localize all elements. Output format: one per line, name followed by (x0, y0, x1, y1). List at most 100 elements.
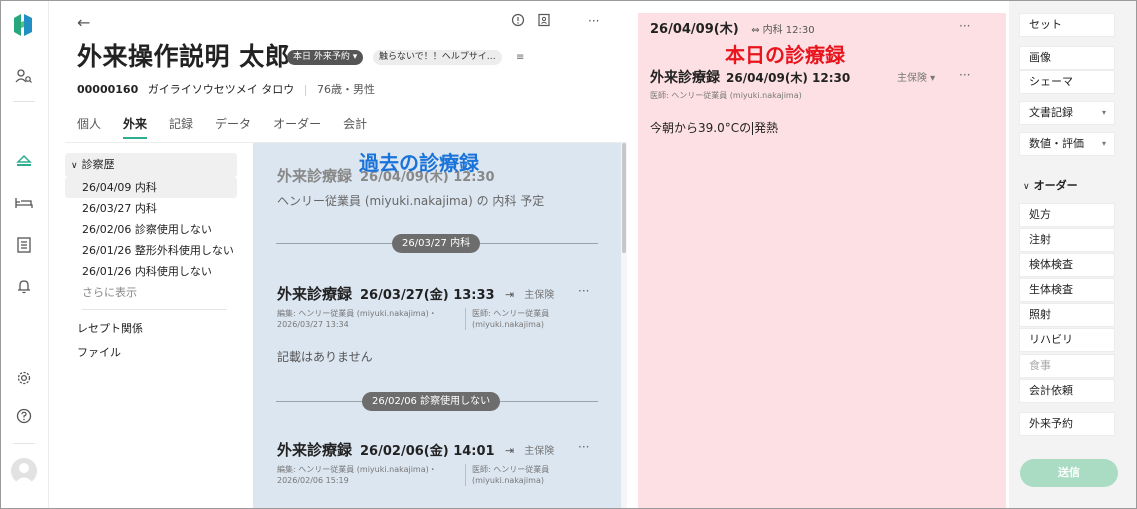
past-records-label: 過去の診療録 (359, 151, 479, 175)
insurance-label[interactable]: ⇥ 主保険 (505, 286, 554, 301)
patient-age-sex: 76歳・男性 (316, 83, 375, 96)
today-record-more-icon[interactable]: ··· (959, 68, 970, 82)
visit-item[interactable]: 26/01/26 内科使用しない (65, 261, 237, 282)
outpatient-appointment-button[interactable]: 外来予約 (1019, 412, 1115, 436)
order-prescription-button[interactable]: 処方 (1019, 203, 1115, 227)
edit-meta-line: 編集: ヘンリー従業員 (miyuki.nakajima)・ (277, 309, 437, 318)
app-window: ← ··· 外来操作説明 太郎 本日 外来予約 ▾ 触らないで！！ヘルプサイ… … (0, 0, 1137, 509)
reception-icon[interactable] (11, 148, 37, 174)
chevron-down-icon: ∨ (71, 161, 78, 171)
patient-name: 外来操作説明 太郎 (77, 42, 291, 71)
brand-logo-icon[interactable] (12, 11, 34, 39)
tab-billing[interactable]: 会計 (343, 115, 367, 139)
tab-orders[interactable]: オーダー (273, 115, 321, 139)
copy-record-icon[interactable]: ⇥ (505, 444, 514, 457)
visit-history-toggle[interactable]: ∨ 診察歴 (65, 153, 237, 177)
doctor-meta-line: 医師: ヘンリー従業員 (472, 465, 550, 474)
visit-item[interactable]: 26/04/09 内科 (65, 177, 237, 198)
past-records-scrollbar[interactable] (621, 143, 627, 508)
edit-meta-line: 2026/02/06 15:19 (277, 476, 349, 485)
order-physiological-test-button[interactable]: 生体検査 (1019, 278, 1115, 302)
note-menu-icon[interactable]: ≡ (516, 52, 524, 63)
info-icon[interactable] (511, 13, 525, 27)
order-rehab-button[interactable]: リハビリ (1019, 328, 1115, 352)
today-date: 26/04/09(木) (650, 22, 739, 37)
settings-icon[interactable] (11, 365, 37, 391)
date-divider-label: 26/02/06 診察使用しない (362, 392, 501, 411)
show-more-link[interactable]: さらに表示 (65, 282, 237, 303)
today-header: 26/04/09(木) ⇔ 内科 12:30 (650, 18, 815, 37)
list-icon[interactable] (11, 232, 37, 258)
copy-record-icon[interactable]: ⇥ (505, 288, 514, 301)
doctor-meta-line: (miyuki.nakajima) (472, 320, 544, 329)
insurance-text: 主保険 (524, 290, 555, 301)
values-dropdown[interactable]: 数値・評価 ▾ (1019, 132, 1115, 156)
today-visit-text: 内科 12:30 (762, 25, 815, 36)
insurance-label[interactable]: ⇥ 主保険 (505, 442, 554, 457)
order-heading-text: オーダー (1033, 179, 1078, 192)
more-icon[interactable]: ··· (588, 14, 599, 28)
avatar[interactable] (11, 458, 37, 484)
past-record-title-text: 外来診療録 (277, 167, 353, 185)
scrollbar-thumb[interactable] (622, 143, 626, 253)
chevron-down-icon: ▾ (1101, 139, 1106, 148)
order-billing-request-button[interactable]: 会計依頼 (1019, 379, 1115, 403)
order-injection-button[interactable]: 注射 (1019, 228, 1115, 252)
record-more-icon[interactable]: ··· (578, 440, 589, 454)
order-meal-button: 食事 (1019, 354, 1115, 378)
record-date: 26/03/27(金) 13:33 (360, 288, 495, 303)
tab-data[interactable]: データ (215, 115, 251, 139)
tab-outpatient[interactable]: 外来 (123, 115, 148, 139)
image-button[interactable]: 画像 (1019, 46, 1115, 70)
help-icon[interactable] (11, 403, 37, 429)
record-more-icon[interactable]: ··· (578, 284, 589, 298)
bell-icon[interactable] (11, 274, 37, 300)
patient-note-badge[interactable]: 触らないで！！ヘルプサイ… (373, 50, 502, 65)
rail-divider (13, 101, 35, 102)
values-label: 数値・評価 (1029, 137, 1084, 150)
record-edit-meta: 編集: ヘンリー従業員 (miyuki.nakajima)・ 2026/02/0… (277, 464, 437, 486)
insurance-select[interactable]: 主保険 ▾ (897, 69, 935, 84)
edit-meta-line: 編集: ヘンリー従業員 (miyuki.nakajima)・ (277, 465, 437, 474)
record-doctor-meta: 医師: ヘンリー従業員 (miyuki.nakajima) (465, 464, 549, 486)
order-section-heading[interactable]: ∨ オーダー (1023, 177, 1078, 193)
record-title[interactable]: 外来診療録 26/02/06(金) 14:01 (277, 439, 495, 460)
order-specimen-test-button[interactable]: 検体検査 (1019, 253, 1115, 277)
file-link[interactable]: ファイル (65, 342, 237, 363)
bed-icon[interactable] (11, 190, 37, 216)
chevron-down-icon: ▾ (1101, 108, 1106, 117)
doctor-meta-line: 医師: ヘンリー従業員 (472, 309, 550, 318)
schema-button[interactable]: シェーマ (1019, 70, 1115, 94)
today-record-panel[interactable] (638, 13, 1006, 508)
visit-item[interactable]: 26/03/27 内科 (65, 198, 237, 219)
patient-search-icon[interactable] (11, 63, 37, 89)
send-button[interactable]: 送信 (1020, 459, 1118, 487)
reservation-badge[interactable]: 本日 外来予約 ▾ (287, 50, 364, 65)
date-divider: 26/03/27 内科 (276, 234, 598, 254)
today-record-editor[interactable]: 今朝から39.0°Cの 発熱 (650, 119, 778, 136)
today-visit-link[interactable]: ⇔ 内科 12:30 (751, 25, 814, 36)
today-record-date: 26/04/09(木) 12:30 (726, 71, 851, 85)
id-card-icon[interactable] (537, 13, 551, 27)
patient-kana: ガイライソウセツメイ タロウ (147, 83, 295, 96)
record-title[interactable]: 外来診療録 26/03/27(金) 13:33 (277, 283, 495, 304)
date-divider-label: 26/03/27 内科 (392, 234, 481, 253)
tab-personal[interactable]: 個人 (77, 115, 101, 139)
past-record-subtitle: ヘンリー従業員 (miyuki.nakajima) の 内科 予定 (277, 194, 545, 208)
patient-id: 00000160 (77, 83, 139, 96)
today-more-icon[interactable]: ··· (959, 19, 970, 33)
set-button[interactable]: セット (1019, 13, 1115, 37)
editor-text: 発熱 (754, 121, 779, 135)
order-radiation-button[interactable]: 照射 (1019, 303, 1115, 327)
rail-divider (13, 443, 35, 444)
insurance-text: 主保険 (524, 446, 555, 457)
receipt-link[interactable]: レセプト関係 (65, 318, 237, 339)
visit-item[interactable]: 26/02/06 診察使用しない (65, 219, 237, 240)
visit-item[interactable]: 26/01/26 整形外科使用しない (65, 240, 237, 261)
id-separator: | (303, 83, 308, 96)
back-arrow-icon[interactable]: ← (77, 13, 90, 32)
record-body: 記載はありません (277, 350, 373, 364)
doctor-meta-line: (miyuki.nakajima) (472, 476, 544, 485)
tab-records[interactable]: 記録 (169, 115, 193, 139)
document-dropdown[interactable]: 文書記録 ▾ (1019, 101, 1115, 125)
